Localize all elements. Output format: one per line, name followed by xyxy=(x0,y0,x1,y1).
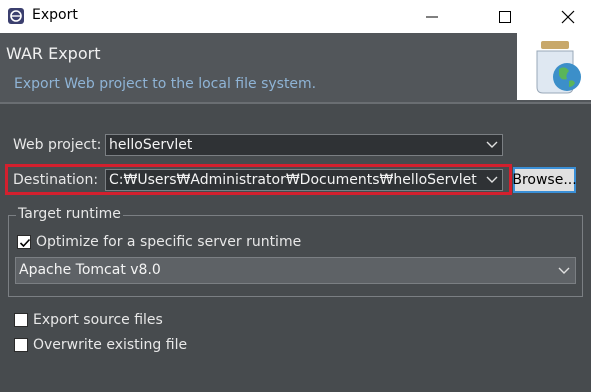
wizard-title: WAR Export xyxy=(6,44,101,63)
close-icon xyxy=(561,10,575,23)
server-runtime-value: Apache Tomcat v8.0 xyxy=(19,262,161,278)
checkmark-icon xyxy=(19,238,31,248)
window-title: Export xyxy=(32,7,78,23)
overwrite-checkbox[interactable] xyxy=(14,338,28,352)
destination-combo[interactable]: C:₩Users₩Administrator₩Documents₩helloSe… xyxy=(105,169,503,191)
target-runtime-group xyxy=(8,215,583,297)
chevron-down-icon xyxy=(482,135,502,155)
chevron-down-icon xyxy=(554,261,574,281)
maximize-icon xyxy=(499,10,511,23)
overwrite-label: Overwrite existing file xyxy=(33,337,188,353)
maximize-button[interactable] xyxy=(482,0,528,33)
wizard-header: WAR Export Export Web project to the loc… xyxy=(0,33,591,102)
close-button[interactable] xyxy=(545,0,591,33)
destination-label: Destination: xyxy=(13,172,99,188)
chevron-down-icon xyxy=(482,170,502,190)
war-export-banner-icon xyxy=(517,33,591,100)
web-project-value: helloServlet xyxy=(109,137,193,153)
export-source-checkbox[interactable] xyxy=(14,313,28,327)
web-project-combo[interactable]: helloServlet xyxy=(105,134,503,156)
web-project-label: Web project: xyxy=(13,137,102,153)
wizard-description: Export Web project to the local file sys… xyxy=(14,76,317,92)
optimize-checkbox[interactable] xyxy=(17,235,31,249)
header-separator xyxy=(0,102,591,104)
browse-button[interactable]: Browse... xyxy=(512,167,577,193)
minimize-button[interactable] xyxy=(409,0,455,33)
export-source-label: Export source files xyxy=(33,312,163,328)
optimize-label: Optimize for a specific server runtime xyxy=(36,234,302,250)
eclipse-app-icon xyxy=(7,7,25,25)
server-runtime-combo[interactable]: Apache Tomcat v8.0 xyxy=(15,257,576,284)
title-bar: Export xyxy=(0,0,591,33)
destination-value: C:₩Users₩Administrator₩Documents₩helloSe… xyxy=(109,172,477,188)
target-runtime-legend: Target runtime xyxy=(16,206,123,222)
minimize-icon xyxy=(426,16,438,17)
